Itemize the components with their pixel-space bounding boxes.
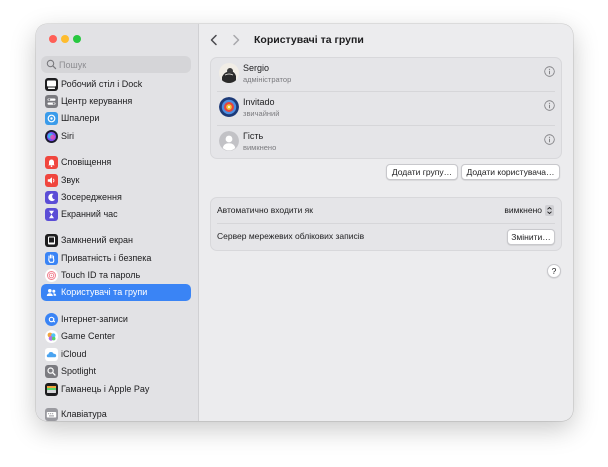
user-name: Гість	[243, 131, 264, 141]
internet-accounts-icon	[45, 313, 58, 326]
game-center-icon	[45, 330, 58, 343]
sidebar-item-label: Spotlight	[61, 366, 97, 376]
sidebar-item-label: Game Center	[61, 331, 116, 341]
users-icon	[45, 286, 58, 299]
sergio-avatar	[219, 63, 239, 83]
user-row-guest[interactable]: Гість вимкнено	[211, 126, 561, 159]
user-name: Invitado	[243, 97, 275, 107]
sidebar-item-label: Сповіщення	[61, 157, 112, 167]
sidebar-item-label: Замкнений екран	[61, 235, 133, 245]
sidebar-item-label: Siri	[61, 131, 74, 141]
sidebar-item-icloud[interactable]: iCloud	[41, 346, 191, 363]
user-name: Sergio	[243, 63, 270, 73]
spotlight-icon	[45, 365, 58, 378]
main-pane: Користувачі та групи Sergio адміністрато…	[199, 24, 573, 421]
lock-screen-icon	[45, 234, 58, 247]
user-role: вимкнено	[243, 143, 277, 152]
sidebar-item-label: Центр керування	[61, 96, 133, 106]
user-role: звичайний	[243, 109, 280, 118]
add-user-button[interactable]: Додати користувача…	[461, 164, 560, 180]
sidebar: Робочий стіл і Dock Центр керування Шпал…	[36, 24, 199, 421]
forward-chevron-icon[interactable]	[230, 33, 242, 47]
sidebar-item-label: Зосередження	[61, 192, 122, 202]
back-chevron-icon[interactable]	[208, 33, 220, 47]
icloud-icon	[45, 348, 58, 361]
sidebar-item-users-groups[interactable]: Користувачі та групи	[41, 284, 191, 301]
guest-avatar	[219, 131, 239, 151]
user-row-sergio[interactable]: Sergio адміністратор	[211, 58, 561, 91]
sidebar-item-screen-time[interactable]: Екранний час	[41, 206, 191, 223]
fingerprint-icon	[45, 269, 58, 282]
sidebar-item-internet-accounts[interactable]: Інтернет-записи	[41, 311, 191, 328]
login-settings: Автоматично входити як вимкнено Сервер м…	[210, 197, 562, 251]
notifications-icon	[45, 156, 58, 169]
wallet-icon	[45, 383, 58, 396]
wallpaper-icon	[45, 112, 58, 125]
zoom-button[interactable]	[73, 35, 81, 43]
add-group-button[interactable]: Додати групу…	[386, 164, 458, 180]
sidebar-item-notifications[interactable]: Сповіщення	[41, 154, 191, 171]
sidebar-item-label: Інтернет-записи	[61, 314, 128, 324]
sidebar-item-label: Екранний час	[61, 209, 118, 219]
sidebar-item-label: Touch ID та пароль	[61, 270, 141, 280]
sidebar-item-spotlight[interactable]: Spotlight	[41, 363, 191, 380]
change-button[interactable]: Змінити…	[507, 229, 555, 245]
sidebar-item-wallet[interactable]: Гаманець і Apple Pay	[41, 381, 191, 398]
sidebar-item-siri[interactable]: Siri	[41, 128, 191, 145]
dock-icon	[45, 78, 58, 91]
sidebar-item-desktop-dock[interactable]: Робочий стіл і Dock	[41, 76, 191, 93]
privacy-hand-icon	[45, 252, 58, 265]
sidebar-item-label: Клавіатура	[61, 409, 107, 419]
info-icon[interactable]	[544, 134, 555, 145]
control-center-icon	[45, 95, 58, 108]
network-server-label: Сервер мережевих облікових записів	[217, 231, 365, 241]
sidebar-item-label: Користувачі та групи	[61, 287, 148, 297]
users-list: Sergio адміністратор Invitado звичайний	[210, 57, 562, 159]
sidebar-item-privacy[interactable]: Приватність і безпека	[41, 250, 191, 267]
settings-window: Робочий стіл і Dock Центр керування Шпал…	[36, 24, 573, 421]
chevron-up-down-icon[interactable]	[545, 205, 554, 216]
sidebar-item-lock-screen[interactable]: Замкнений екран	[41, 232, 191, 249]
sidebar-item-label: Гаманець і Apple Pay	[61, 384, 150, 394]
page-title: Користувачі та групи	[254, 34, 364, 46]
sidebar-item-label: Приватність і безпека	[61, 253, 152, 263]
user-row-invitado[interactable]: Invitado звичайний	[211, 92, 561, 125]
search-input[interactable]	[57, 56, 189, 73]
sound-icon	[45, 174, 58, 187]
focus-icon	[45, 191, 58, 204]
sidebar-item-focus[interactable]: Зосередження	[41, 189, 191, 206]
network-server-row: Сервер мережевих облікових записів Зміни…	[211, 224, 561, 249]
target-avatar	[219, 97, 239, 117]
sidebar-item-game-center[interactable]: Game Center	[41, 328, 191, 345]
minimize-button[interactable]	[61, 35, 69, 43]
sidebar-item-label: Шпалери	[61, 113, 100, 123]
auto-login-label: Автоматично входити як	[217, 205, 314, 215]
info-icon[interactable]	[544, 66, 555, 77]
auto-login-select[interactable]: вимкнено	[504, 205, 542, 216]
sidebar-item-sound[interactable]: Звук	[41, 172, 191, 189]
sidebar-item-label: iCloud	[61, 349, 87, 359]
help-button[interactable]: ?	[547, 264, 561, 278]
search-icon	[46, 59, 57, 70]
sidebar-item-keyboard[interactable]: Клавіатура	[41, 406, 191, 421]
info-icon[interactable]	[544, 100, 555, 111]
sidebar-item-label: Звук	[61, 175, 80, 185]
auto-login-row: Автоматично входити як вимкнено	[211, 198, 561, 223]
close-button[interactable]	[49, 35, 57, 43]
search-field[interactable]	[41, 56, 191, 73]
sidebar-item-label: Робочий стіл і Dock	[61, 79, 143, 89]
screen-time-icon	[45, 208, 58, 221]
sidebar-item-touch-id[interactable]: Touch ID та пароль	[41, 267, 191, 284]
sidebar-item-control-center[interactable]: Центр керування	[41, 93, 191, 110]
sidebar-item-wallpaper[interactable]: Шпалери	[41, 110, 191, 127]
keyboard-icon	[45, 408, 58, 421]
siri-icon	[45, 130, 58, 143]
user-role: адміністратор	[243, 75, 292, 84]
